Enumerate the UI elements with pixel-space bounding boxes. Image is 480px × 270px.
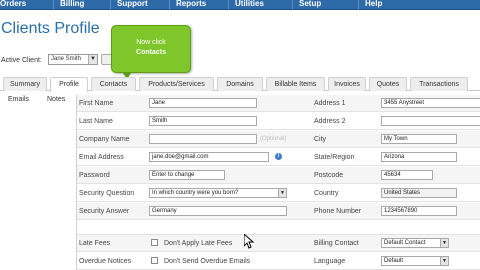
first-name-field[interactable]: Jane xyxy=(149,98,257,108)
nav-item-orders[interactable]: Orders xyxy=(0,0,32,10)
address2-label: Address 2 xyxy=(314,118,346,125)
overdue-notices-option-label: Don't Send Overdue Emails xyxy=(164,258,251,265)
tooltip-line-2: Contacts xyxy=(136,49,166,56)
active-client-select[interactable]: Jane Smith ▼ xyxy=(48,54,98,65)
city-field[interactable]: My Town xyxy=(381,134,457,144)
overdue-notices-checkbox[interactable] xyxy=(151,257,158,264)
tooltip-line-1: Now click xyxy=(136,39,166,46)
form-row: Security Question In which country were … xyxy=(77,185,480,202)
active-client-label: Active Client: xyxy=(1,57,42,64)
address1-field[interactable]: 3455 Anystreet xyxy=(381,98,480,108)
postcode-field[interactable]: 45634 xyxy=(381,170,433,180)
chevron-down-icon: ▼ xyxy=(440,257,448,265)
billing-contact-value: Default Contact xyxy=(384,240,426,246)
tab-contacts[interactable]: Contacts xyxy=(91,77,136,91)
form-row: Last Name Smith Address 2 xyxy=(77,113,480,130)
first-name-label: First Name xyxy=(79,100,114,107)
last-name-field[interactable]: Smith xyxy=(149,116,257,126)
form-row: First Name Jane Address 1 3455 Anystreet xyxy=(77,95,480,112)
state-field[interactable]: Arizona xyxy=(381,152,457,162)
tab-bar: Summary Profile Contacts Products/Servic… xyxy=(0,77,480,92)
tab-summary[interactable]: Summary xyxy=(3,77,47,91)
nav-item-setup[interactable]: Setup xyxy=(292,0,327,10)
page-title: Clients Profile xyxy=(1,20,100,37)
subtab-emails[interactable]: Emails xyxy=(8,96,29,103)
security-question-label: Security Question xyxy=(79,190,135,197)
profile-form: First Name Jane Address 1 3455 Anystreet… xyxy=(76,95,480,270)
language-select[interactable]: Default ▼ xyxy=(381,256,449,266)
optional-hint: (Optional) xyxy=(260,136,287,142)
tab-billable-items[interactable]: Billable Items xyxy=(266,77,325,91)
address1-label: Address 1 xyxy=(314,100,346,107)
country-field[interactable]: United States xyxy=(381,188,457,198)
tab-quotes[interactable]: Quotes xyxy=(369,77,407,91)
form-row: Company Name (Optional) City My Town xyxy=(77,131,480,148)
email-field[interactable]: jane.doe@gmail.com xyxy=(149,152,269,162)
country-label: Country xyxy=(314,190,339,197)
tab-invoices[interactable]: Invoices xyxy=(328,77,366,91)
form-row: Overdue Notices Don't Send Overdue Email… xyxy=(77,253,480,270)
tab-profile[interactable]: Profile xyxy=(50,77,88,92)
chevron-down-icon: ▼ xyxy=(278,189,286,197)
security-answer-label: Security Answer xyxy=(79,208,130,215)
company-name-label: Company Name xyxy=(79,136,130,143)
nav-item-utilities[interactable]: Utilities xyxy=(228,0,270,10)
postcode-label: Postcode xyxy=(314,172,344,179)
tutorial-tooltip: Now click Contacts xyxy=(111,25,191,73)
chevron-down-icon: ▼ xyxy=(88,55,97,64)
chevron-down-icon: ▼ xyxy=(440,239,448,247)
late-fees-option-label: Don't Apply Late Fees xyxy=(164,240,233,247)
info-icon[interactable]: i xyxy=(275,153,282,160)
form-row: Password Enter to change Postcode 45634 xyxy=(77,167,480,184)
nav-item-help[interactable]: Help xyxy=(358,0,388,10)
billing-contact-label: Billing Contact xyxy=(314,240,359,247)
form-row: Security Answer Germany Phone Number 123… xyxy=(77,203,480,220)
phone-label: Phone Number xyxy=(314,208,362,215)
form-spacer-row xyxy=(77,221,480,235)
last-name-label: Last Name xyxy=(79,118,113,125)
tab-products-services[interactable]: Products/Services xyxy=(139,77,214,91)
late-fees-label: Late Fees xyxy=(79,240,111,247)
language-label: Language xyxy=(314,258,346,265)
nav-item-billing[interactable]: Billing xyxy=(53,0,90,10)
security-question-select[interactable]: In which country were you born? ▼ xyxy=(149,188,287,198)
company-name-field[interactable] xyxy=(149,134,257,144)
nav-item-support[interactable]: Support xyxy=(110,0,154,10)
state-label: State/Region xyxy=(314,154,355,161)
form-row: Late Fees Don't Apply Late Fees Billing … xyxy=(77,235,480,252)
billing-contact-select[interactable]: Default Contact ▼ xyxy=(381,238,449,248)
nav-item-reports[interactable]: Reports xyxy=(169,0,212,10)
language-value: Default xyxy=(384,258,404,264)
email-label: Email Address xyxy=(79,154,124,161)
overdue-notices-label: Overdue Notices xyxy=(79,258,132,265)
password-label: Password xyxy=(79,172,110,179)
top-nav-bar: Orders Billing Support Reports Utilities… xyxy=(0,0,480,10)
address2-field[interactable] xyxy=(381,116,480,126)
form-row: Email Address jane.doe@gmail.com i State… xyxy=(77,149,480,166)
security-question-value: In which country were you born? xyxy=(152,190,239,196)
city-label: City xyxy=(314,136,327,143)
active-client-value: Jane Smith xyxy=(51,56,82,62)
phone-field[interactable]: 1234567890 xyxy=(381,206,457,216)
tab-domains[interactable]: Domains xyxy=(217,77,263,91)
subtab-notes[interactable]: Notes xyxy=(47,96,65,103)
password-field[interactable]: Enter to change xyxy=(149,170,225,180)
tab-transactions[interactable]: Transactions xyxy=(410,77,468,91)
security-answer-field[interactable]: Germany xyxy=(149,206,287,216)
late-fees-checkbox[interactable] xyxy=(151,239,158,246)
